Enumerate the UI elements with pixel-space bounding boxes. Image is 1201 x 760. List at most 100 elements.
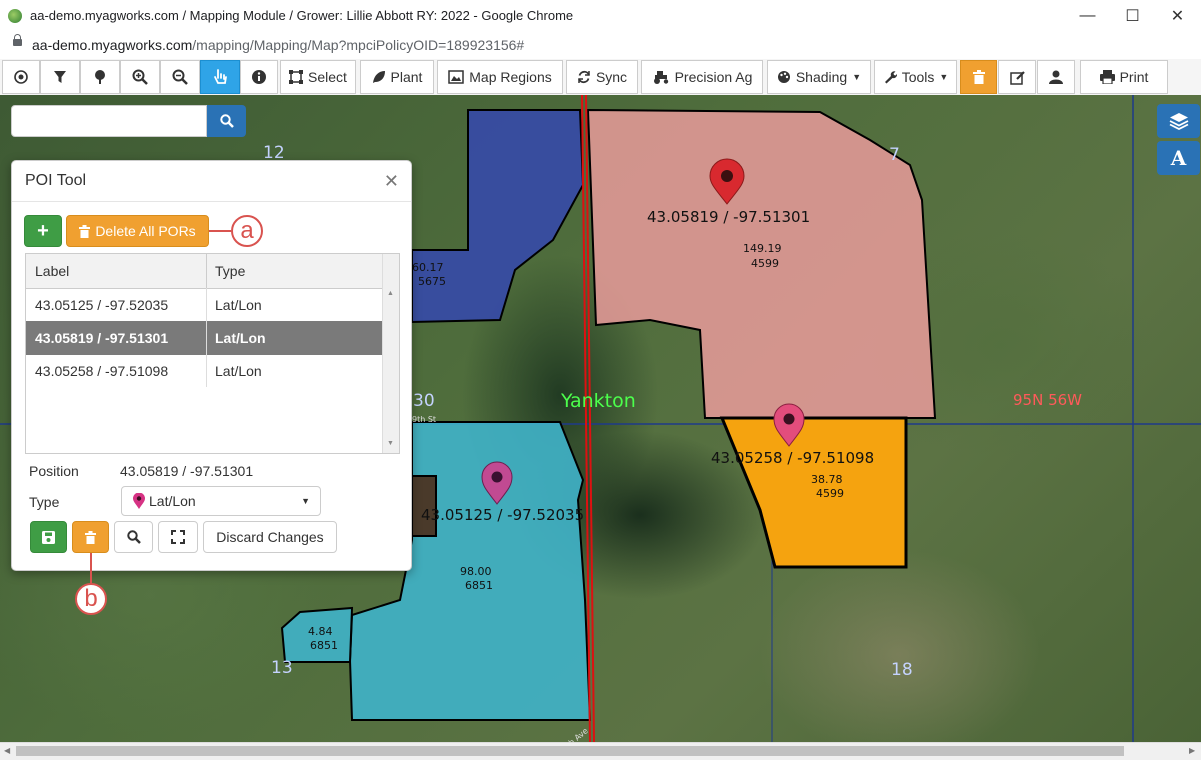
fullscreen-button[interactable]	[158, 521, 198, 553]
target-icon	[14, 70, 28, 84]
sync-button[interactable]: Sync	[566, 60, 638, 94]
poi-label-magenta: 43.05125 / -97.52035	[421, 506, 585, 524]
precision-ag-button[interactable]: Precision Ag	[641, 60, 763, 94]
callout-b: b	[75, 583, 107, 615]
field-blue[interactable]	[411, 109, 585, 324]
field-acres-blue: 60.17	[412, 261, 444, 274]
field-id-cyan: 6851	[465, 579, 493, 592]
select-button[interactable]: Select	[280, 60, 356, 94]
pin-icon	[133, 493, 145, 509]
info-icon	[252, 70, 266, 84]
poi-label-pink: 43.05258 / -97.51098	[711, 449, 875, 467]
discard-changes-button[interactable]: Discard Changes	[203, 521, 337, 553]
field-id-orange: 4599	[816, 487, 844, 500]
field-orange[interactable]	[719, 416, 908, 569]
leaf-icon	[372, 71, 385, 83]
user-button[interactable]	[1037, 60, 1075, 94]
town-label: Yankton	[561, 390, 636, 412]
info-button[interactable]	[240, 60, 278, 94]
add-poi-button[interactable]: +	[24, 215, 62, 247]
delete-button[interactable]	[960, 60, 997, 94]
table-row-selected[interactable]: 43.05819 / -97.51301 Lat/Lon	[26, 321, 384, 355]
zoom-out-icon	[172, 69, 188, 85]
delete-all-button[interactable]: Delete All PORs	[66, 215, 209, 247]
caret-down-icon: ▼	[301, 496, 310, 506]
locate-button[interactable]	[2, 60, 40, 94]
trash-icon	[85, 530, 96, 544]
close-window-button[interactable]: ✕	[1155, 0, 1200, 32]
table-row[interactable]: 43.05125 / -97.52035 Lat/Lon	[26, 288, 384, 322]
section-label-18: 18	[891, 660, 913, 680]
pan-hand-button[interactable]	[200, 60, 240, 94]
trash-icon	[972, 70, 985, 84]
tools-dropdown[interactable]: Tools ▼	[874, 60, 957, 94]
scroll-left-icon[interactable]: ◀	[4, 746, 10, 755]
type-select[interactable]: Lat/Lon ▼	[121, 486, 321, 516]
position-value: 43.05819 / -97.51301	[120, 463, 254, 479]
delete-all-label: Delete All PORs	[95, 223, 196, 239]
plant-label: Plant	[390, 69, 423, 85]
position-label: Position	[29, 463, 79, 479]
expand-icon	[171, 530, 185, 544]
panel-close-button[interactable]: ✕	[384, 171, 399, 192]
row-type: Lat/Lon	[215, 363, 262, 379]
edit-button[interactable]	[998, 60, 1036, 94]
callout-a: a	[231, 215, 263, 247]
edit-icon	[1009, 70, 1025, 85]
column-header-type[interactable]: Type	[215, 263, 245, 279]
scroll-up-icon[interactable]: ▲	[387, 290, 394, 297]
zoom-out-button[interactable]	[160, 60, 200, 94]
filter-button[interactable]	[40, 60, 80, 94]
tree-button[interactable]	[80, 60, 120, 94]
map-regions-button[interactable]: Map Regions	[437, 60, 563, 94]
print-button[interactable]: Print	[1080, 60, 1168, 94]
minimize-button[interactable]: —	[1065, 0, 1110, 32]
font-a-icon: A	[1170, 146, 1187, 170]
field-acres-pink: 149.19	[743, 242, 782, 255]
zoom-in-button[interactable]	[120, 60, 160, 94]
type-label: Type	[29, 494, 60, 510]
scrollbar-thumb[interactable]	[16, 746, 1124, 756]
table-scrollbar[interactable]: ▲ ▼	[382, 254, 399, 453]
poi-table: Label Type 43.05125 / -97.52035 Lat/Lon …	[25, 253, 400, 454]
scroll-down-icon[interactable]: ▼	[387, 440, 394, 447]
layers-button[interactable]	[1157, 104, 1200, 138]
zoom-in-icon	[132, 69, 148, 85]
column-header-label[interactable]: Label	[35, 263, 69, 279]
save-button[interactable]	[30, 521, 67, 553]
maximize-button[interactable]: ☐	[1110, 0, 1155, 32]
road-label-st: 9th St	[412, 415, 437, 424]
layers-icon	[1169, 113, 1188, 130]
search-icon	[126, 530, 141, 544]
row-type: Lat/Lon	[215, 297, 262, 313]
plant-button[interactable]: Plant	[360, 60, 434, 94]
horizontal-scrollbar[interactable]: ◀ ▶	[0, 742, 1201, 760]
save-icon	[42, 530, 55, 544]
discard-label: Discard Changes	[216, 529, 324, 545]
table-row[interactable]: 43.05258 / -97.51098 Lat/Lon	[26, 354, 384, 388]
zoom-to-poi-button[interactable]	[114, 521, 153, 553]
user-icon	[1049, 70, 1063, 84]
address-bar[interactable]: aa-demo.myagworks.com/mapping/Mapping/Ma…	[0, 32, 1201, 60]
labels-button[interactable]: A	[1157, 141, 1200, 175]
delete-poi-button[interactable]	[72, 521, 109, 553]
section-label-30: 30	[413, 391, 435, 411]
scroll-right-icon[interactable]: ▶	[1189, 746, 1195, 755]
tools-label: Tools	[901, 69, 935, 85]
wrench-icon	[884, 71, 897, 84]
precision-ag-label: Precision Ag	[674, 69, 753, 85]
caret-down-icon: ▼	[939, 72, 949, 82]
poi-tool-panel: POI Tool ✕ + Delete All PORs Label Type …	[11, 160, 412, 571]
field-id-blue: 5675	[418, 275, 446, 288]
shading-label: Shading	[795, 69, 848, 85]
select-box-icon	[289, 70, 304, 84]
table-header: Label Type	[26, 254, 384, 289]
map-search-input[interactable]	[11, 105, 207, 137]
row-label: 43.05258 / -97.51098	[35, 363, 169, 379]
sync-label: Sync	[595, 69, 628, 85]
row-type: Lat/Lon	[215, 330, 266, 346]
browser-title-bar: aa-demo.myagworks.com / Mapping Module /…	[0, 0, 1201, 33]
shading-dropdown[interactable]: Shading ▼	[767, 60, 871, 94]
url-text[interactable]: aa-demo.myagworks.com/mapping/Mapping/Ma…	[32, 37, 524, 53]
search-button[interactable]	[207, 105, 246, 137]
